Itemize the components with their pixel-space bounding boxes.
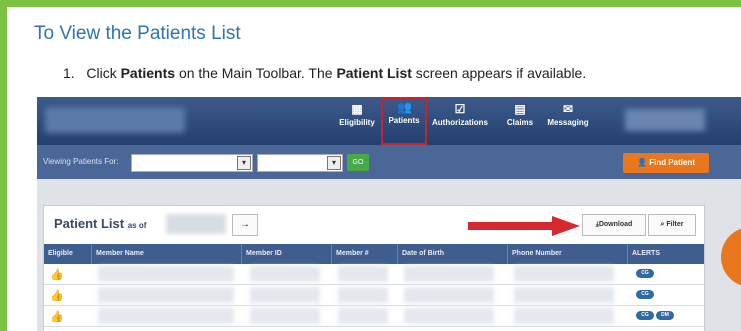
provider-select[interactable]: ▾: [131, 154, 253, 172]
download-label: Download: [598, 221, 633, 228]
claims-icon: ▤: [514, 102, 526, 116]
chevron-down-icon: ▾: [327, 156, 341, 170]
download-button[interactable]: ⤓Download: [582, 214, 646, 236]
nav-authorizations-label: Authorizations: [432, 118, 488, 127]
main-toolbar: ▦ Eligibility 👥 Patients ☑ Authorization…: [37, 97, 741, 145]
viewing-for-label: Viewing Patients For:: [43, 157, 119, 166]
table-header: Eligible Member Name Member ID Member # …: [44, 244, 704, 264]
red-arrow-icon: [468, 216, 580, 236]
step-text-2: on the Main Toolbar. The: [175, 65, 337, 81]
date-field-redacted[interactable]: [166, 214, 226, 234]
alert-badge[interactable]: DM: [656, 311, 674, 320]
find-patient-button[interactable]: 👤 Find Patient: [623, 153, 709, 173]
embedded-screenshot: ▦ Eligibility 👥 Patients ☑ Authorization…: [37, 97, 741, 331]
red-arrow-shaft: [468, 222, 554, 230]
col-member-id[interactable]: Member ID: [242, 244, 332, 264]
nav-patients-label: Patients: [388, 116, 420, 125]
nav-messaging-label: Messaging: [547, 118, 589, 127]
phone-redacted: [514, 287, 614, 303]
dob-redacted: [404, 266, 494, 282]
step-text-3: screen appears if available.: [411, 65, 587, 81]
location-select[interactable]: ▾: [257, 154, 343, 172]
alert-badge[interactable]: CG: [636, 269, 654, 278]
panel-title: Patient List as of: [54, 216, 146, 231]
envelope-icon: ✉: [562, 102, 574, 116]
document-body: To View the Patients List 1. Click Patie…: [7, 7, 741, 331]
nav-patients[interactable]: 👥 Patients: [381, 97, 427, 145]
thumbs-up-icon: 👍: [50, 269, 64, 281]
section-heading: To View the Patients List: [34, 23, 241, 44]
member-number-redacted: [338, 287, 388, 303]
member-name-redacted: [98, 266, 234, 282]
find-patient-label: Find Patient: [649, 158, 695, 167]
step-text-1: Click: [86, 65, 121, 81]
col-member-name[interactable]: Member Name: [92, 244, 242, 264]
filter-label: Filter: [666, 221, 684, 228]
step-number: 1.: [63, 65, 75, 81]
col-eligible[interactable]: Eligible: [44, 244, 92, 264]
filter-button[interactable]: ⌕ Filter: [648, 214, 696, 236]
document-page: { "doc": { "heading": "To View the Patie…: [0, 0, 741, 331]
authorization-icon: ☑: [454, 102, 466, 116]
red-arrow-head: [552, 216, 580, 236]
instruction-step: 1. Click Patients on the Main Toolbar. T…: [63, 65, 586, 81]
panel-title-text: Patient List: [54, 216, 125, 231]
col-member-number[interactable]: Member #: [332, 244, 398, 264]
table-row[interactable]: 👍 CG DM: [44, 306, 704, 327]
person-icon: 👤: [637, 158, 650, 167]
col-date-of-birth[interactable]: Date of Birth: [398, 244, 508, 264]
nav-claims-label: Claims: [506, 118, 534, 127]
step-bold-patients: Patients: [120, 65, 176, 81]
table-row[interactable]: 👍 CG: [44, 264, 704, 285]
col-alerts: ALERTS: [632, 250, 660, 257]
dob-redacted: [404, 308, 494, 324]
alert-badge[interactable]: CG: [636, 290, 654, 299]
patient-list-panel: Patient List as of → ⤓Download ⌕ Filter …: [43, 205, 705, 331]
col-phone-number[interactable]: Phone Number: [508, 244, 628, 264]
phone-redacted: [514, 266, 614, 282]
thumbs-up-icon: 👍: [50, 311, 64, 323]
member-number-redacted: [338, 308, 388, 324]
nav-messaging[interactable]: ✉ Messaging: [545, 101, 591, 141]
patients-icon: 👥: [397, 100, 412, 114]
phone-redacted: [514, 308, 614, 324]
member-number-redacted: [338, 266, 388, 282]
member-id-redacted: [250, 308, 320, 324]
dob-redacted: [404, 287, 494, 303]
user-info-redacted: [625, 109, 705, 131]
date-submit-arrow-button[interactable]: →: [232, 214, 258, 236]
table-row[interactable]: 👍 CG: [44, 285, 704, 306]
member-name-redacted: [98, 287, 234, 303]
nav-eligibility[interactable]: ▦ Eligibility: [335, 101, 379, 141]
nav-eligibility-label: Eligibility: [339, 118, 375, 127]
calendar-icon: ▦: [351, 102, 363, 116]
nav-claims[interactable]: ▤ Claims: [503, 101, 537, 141]
alert-badge[interactable]: CG: [636, 311, 654, 320]
nav-authorizations[interactable]: ☑ Authorizations: [429, 101, 491, 141]
filter-bar: Viewing Patients For: ▾ ▾ GO 👤 Find Pati…: [37, 145, 741, 179]
step-bold-patient-list: Patient List: [336, 65, 412, 81]
thumbs-up-icon: 👍: [50, 290, 64, 302]
member-id-redacted: [250, 266, 320, 282]
member-id-redacted: [250, 287, 320, 303]
logo-redacted: [45, 107, 185, 133]
chevron-down-icon: ▾: [237, 156, 251, 170]
go-button[interactable]: GO: [347, 154, 369, 171]
as-of-label: as of: [127, 221, 147, 230]
member-name-redacted: [98, 308, 234, 324]
